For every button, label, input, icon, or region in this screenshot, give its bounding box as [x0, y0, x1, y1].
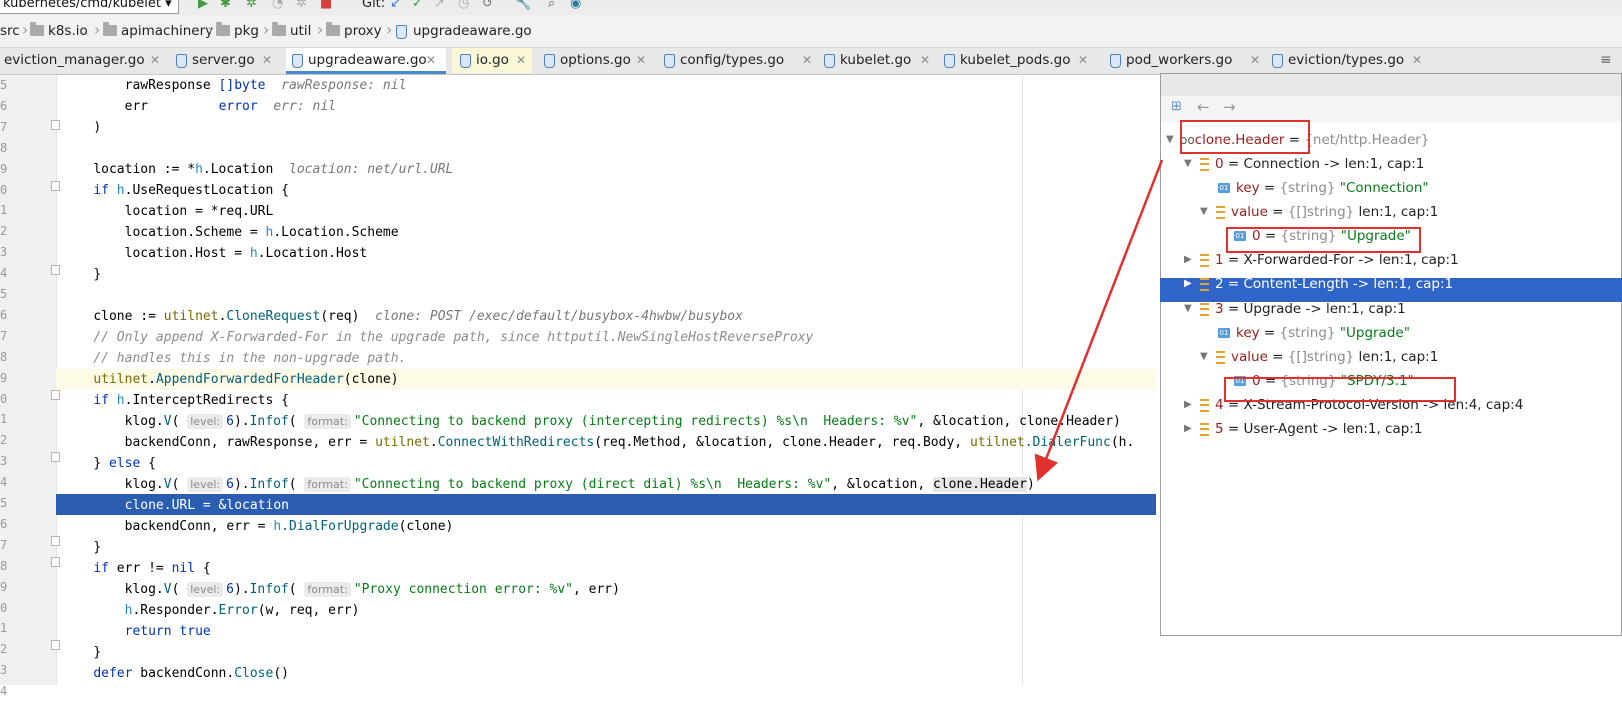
annotation-arrow — [1034, 159, 1164, 482]
